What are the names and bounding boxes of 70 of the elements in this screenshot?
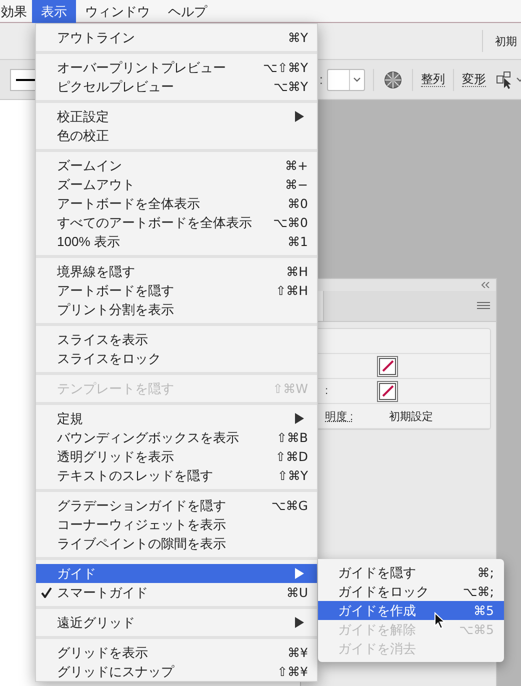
caret-icon: [352, 76, 362, 84]
field-label: :: [319, 72, 323, 87]
menu-item[interactable]: ガイドをロック ⌥⌘;: [318, 582, 504, 601]
menu-item[interactable]: アートボードを隠す ⇧⌘H: [36, 281, 317, 300]
menu-icon[interactable]: [477, 302, 490, 310]
menu-item[interactable]: ズームアウト ⌘−: [36, 175, 317, 194]
shortcut-label: ⌥⌘5: [459, 622, 494, 637]
shortcut-label: ⌘5: [474, 603, 494, 618]
menu-item[interactable]: ピクセルプレビュー ⌥⌘Y: [36, 77, 317, 96]
shortcut-label: ⌘H: [286, 264, 308, 279]
shortcut-label: ⇧⌘Y: [277, 468, 308, 483]
shortcut-label: ⌘;: [477, 565, 494, 580]
menu-item[interactable]: コーナーウィジェットを表示: [36, 515, 317, 534]
menu-item[interactable]: 遠近グリッド: [36, 613, 317, 632]
menu-item[interactable]: ガイド: [36, 564, 317, 583]
none-swatch[interactable]: [379, 382, 396, 400]
shortcut-label: ⇧⌘H: [276, 283, 308, 298]
menu-item[interactable]: 定規: [36, 409, 317, 428]
shortcut-label: ⌥⌘Y: [273, 79, 308, 94]
shortcut-label: ⇧⌘B: [276, 430, 308, 445]
menu-bar-item[interactable]: 表示: [32, 0, 76, 22]
field-label: :: [325, 385, 330, 397]
shortcut-label: ⌘+: [285, 158, 308, 173]
menu-item[interactable]: 透明グリッドを表示 ⇧⌘D: [36, 447, 317, 466]
menu-bar-item[interactable]: ウィンドウ: [76, 0, 159, 22]
menu-item[interactable]: スマートガイド ⌘U: [36, 583, 317, 602]
shortcut-label: ⌘−: [285, 177, 308, 192]
menu-item[interactable]: グリッドを表示 ⌘¥: [36, 643, 317, 662]
shortcut-label: ⌥⌘;: [462, 584, 494, 599]
shortcut-label: ⌘¥: [288, 645, 308, 660]
shortcut-label: ⌥⌘0: [273, 215, 308, 230]
field-label: 明度 :: [325, 410, 354, 424]
shortcut-label: ⌥⇧⌘Y: [262, 60, 308, 75]
collapse-icon[interactable]: [481, 282, 490, 288]
menu-item[interactable]: スライスを表示: [36, 330, 317, 349]
menu-item[interactable]: ライブペイントの隙間を表示: [36, 534, 317, 553]
color-wheel-icon[interactable]: [384, 70, 402, 88]
menu-item[interactable]: テキストのスレッドを隠す ⇧⌘Y: [36, 466, 317, 485]
menu-item[interactable]: バウンディングボックスを表示 ⇧⌘B: [36, 428, 317, 447]
align-link[interactable]: 整列: [421, 72, 445, 87]
shortcut-label: ⌘0: [288, 196, 308, 211]
menu-item[interactable]: プリント分割を表示: [36, 300, 317, 319]
shortcut-label: ⇧⌘¥: [277, 664, 308, 679]
shortcut-label: ⇧⌘D: [275, 449, 308, 464]
menu-item[interactable]: すべてのアートボードを全体表示 ⌥⌘0: [36, 213, 317, 232]
cursor-icon: [434, 612, 446, 630]
menu-item[interactable]: グリッドにスナップ ⇧⌘¥: [36, 662, 317, 681]
shortcut-label: ⌘1: [288, 234, 308, 249]
field-value[interactable]: 初期設定: [389, 408, 433, 424]
menu-item[interactable]: 100% 表示 ⌘1: [36, 232, 317, 251]
menu-item[interactable]: アウトライン ⌘Y: [36, 28, 317, 47]
menu-item[interactable]: 色の校正: [36, 126, 317, 145]
menu-item[interactable]: 境界線を隠す ⌘H: [36, 262, 317, 281]
menu-item[interactable]: グラデーションガイドを隠す ⌥⌘G: [36, 496, 317, 515]
menu-item[interactable]: 校正設定: [36, 107, 317, 126]
shortcut-label: ⌘U: [286, 585, 308, 600]
menu-item[interactable]: アートボードを全体表示 ⌘0: [36, 194, 317, 213]
shortcut-label: ⌥⌘G: [271, 498, 308, 513]
menu-bar-item[interactable]: 効果: [0, 0, 32, 22]
preset-label: 初期: [495, 34, 518, 48]
transform-link[interactable]: 変形: [462, 72, 486, 87]
shortcut-label: ⌘Y: [288, 30, 308, 45]
none-swatch[interactable]: [379, 358, 396, 374]
menu-item[interactable]: オーバープリントプレビュー ⌥⇧⌘Y: [36, 58, 317, 77]
menu-item[interactable]: ズームイン ⌘+: [36, 156, 317, 175]
menu-bar-item[interactable]: ヘルプ: [159, 0, 216, 22]
shortcut-label: ⇧⌘W: [272, 381, 308, 396]
menu-item[interactable]: ガイドを隠す ⌘;: [318, 563, 504, 582]
menu-item[interactable]: ガイドを作成 ⌘5: [318, 601, 504, 620]
menu-item[interactable]: スライスをロック: [36, 349, 317, 368]
